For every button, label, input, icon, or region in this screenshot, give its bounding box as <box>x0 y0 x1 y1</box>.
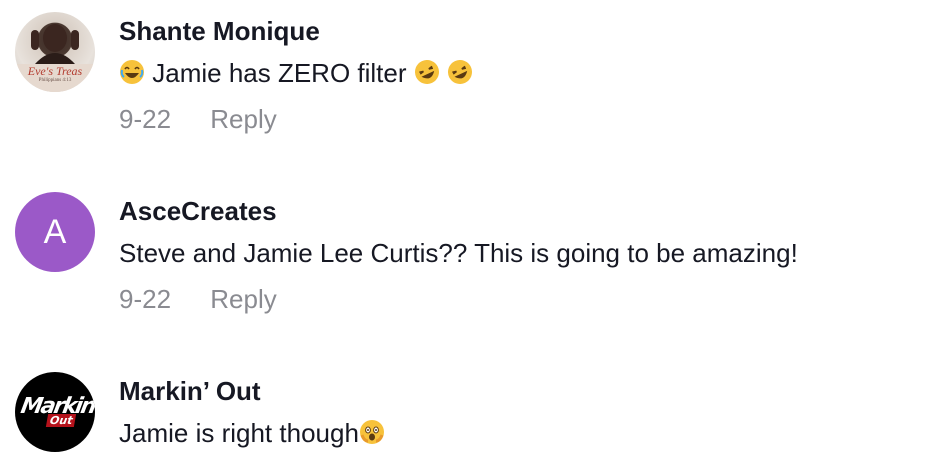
avatar[interactable]: Eve's Treas Philippians 4:13 <box>15 12 95 92</box>
comment-text: Steve and Jamie Lee Curtis?? This is goi… <box>119 238 798 268</box>
comment-username[interactable]: Markin’ Out <box>119 374 261 408</box>
avatar-logo-bottom: Out <box>45 414 77 427</box>
comment-meta: 9-22 Reply <box>119 282 277 316</box>
avatar-banner-text: Eve's Treas <box>27 64 83 78</box>
comment-date: 9-22 <box>119 104 172 134</box>
laughing-emoji-icon <box>119 59 145 93</box>
comment-date: 9-22 <box>119 284 172 314</box>
comment-text-row: Jamie has ZERO filter <box>119 56 473 93</box>
avatar[interactable]: Markin' Out <box>15 372 95 452</box>
comment-username[interactable]: AsceCreates <box>119 194 277 228</box>
avatar-banner: Eve's Treas Philippians 4:13 <box>15 64 95 92</box>
fearful-face-emoji-icon <box>359 419 385 453</box>
comment-username[interactable]: Shante Monique <box>119 14 320 48</box>
reply-button[interactable]: Reply <box>210 284 276 314</box>
avatar[interactable]: A <box>15 192 95 272</box>
reply-button[interactable]: Reply <box>210 104 276 134</box>
rolling-laughing-emoji-icon <box>447 59 473 93</box>
comment-text-row: Jamie is right though <box>119 416 385 453</box>
rolling-laughing-emoji-icon <box>414 59 440 93</box>
comment-text: Jamie is right though <box>119 418 359 448</box>
comment-meta: 9-22 Reply <box>119 102 277 136</box>
comment-text: Jamie has ZERO filter <box>152 58 414 88</box>
avatar-banner-subtext: Philippians 4:13 <box>38 78 72 83</box>
